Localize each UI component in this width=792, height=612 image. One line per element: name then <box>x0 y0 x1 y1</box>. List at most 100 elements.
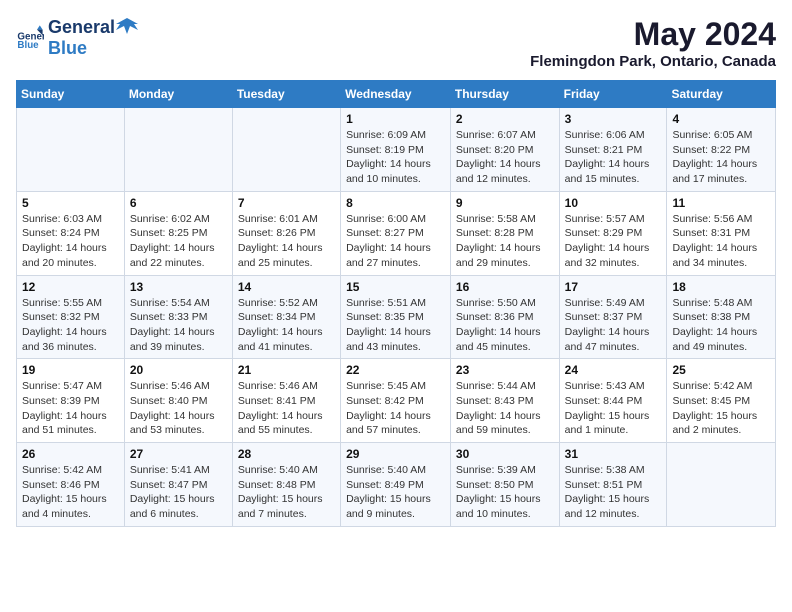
day-number: 30 <box>456 447 554 461</box>
calendar-cell <box>124 108 232 192</box>
weekday-header-monday: Monday <box>124 81 232 108</box>
day-number: 8 <box>346 196 445 210</box>
calendar-cell: 22Sunrise: 5:45 AM Sunset: 8:42 PM Dayli… <box>341 359 451 443</box>
calendar-cell: 31Sunrise: 5:38 AM Sunset: 8:51 PM Dayli… <box>559 443 667 527</box>
calendar-cell: 9Sunrise: 5:58 AM Sunset: 8:28 PM Daylig… <box>450 191 559 275</box>
calendar-cell: 7 Sunrise: 6:01 AM Sunset: 8:26 PM Daylig… <box>232 191 340 275</box>
logo-bird-icon <box>116 16 138 38</box>
day-info: Sunrise: 5:40 AM Sunset: 8:49 PM Dayligh… <box>346 463 445 522</box>
day-info: Sunrise: 5:41 AM Sunset: 8:47 PM Dayligh… <box>130 463 227 522</box>
day-number: 27 <box>130 447 227 461</box>
weekday-header-row: SundayMondayTuesdayWednesdayThursdayFrid… <box>17 81 776 108</box>
calendar-cell <box>17 108 125 192</box>
day-number: 12 <box>22 280 119 294</box>
day-number: 11 <box>672 196 770 210</box>
calendar-cell: 6Sunrise: 6:02 AM Sunset: 8:25 PM Daylig… <box>124 191 232 275</box>
calendar-cell: 15Sunrise: 5:51 AM Sunset: 8:35 PM Dayli… <box>341 275 451 359</box>
weekday-header-thursday: Thursday <box>450 81 559 108</box>
weekday-header-sunday: Sunday <box>17 81 125 108</box>
day-number: 1 <box>346 112 445 126</box>
day-info: Sunrise: 5:38 AM Sunset: 8:51 PM Dayligh… <box>565 463 662 522</box>
calendar-cell: 18 Sunrise: 5:48 AM Sunset: 8:38 PM Dayli… <box>667 275 776 359</box>
day-number: 29 <box>346 447 445 461</box>
day-info: Sunrise: 6:07 AM Sunset: 8:20 PM Dayligh… <box>456 128 554 187</box>
day-number: 16 <box>456 280 554 294</box>
calendar-cell: 2Sunrise: 6:07 AM Sunset: 8:20 PM Daylig… <box>450 108 559 192</box>
calendar-cell: 1 Sunrise: 6:09 AM Sunset: 8:19 PM Daylig… <box>341 108 451 192</box>
calendar-title: May 2024 <box>530 16 776 53</box>
day-number: 9 <box>456 196 554 210</box>
page-header: General Blue General Blue May 2024 Flemi… <box>16 16 776 70</box>
calendar-week-2: 5Sunrise: 6:03 AM Sunset: 8:24 PM Daylig… <box>17 191 776 275</box>
day-info: Sunrise: 5:56 AM Sunset: 8:31 PM Dayligh… <box>672 212 770 271</box>
logo-general-text: General <box>48 17 115 38</box>
calendar-cell: 19 Sunrise: 5:47 AM Sunset: 8:39 PM Dayli… <box>17 359 125 443</box>
day-info: Sunrise: 6:02 AM Sunset: 8:25 PM Dayligh… <box>130 212 227 271</box>
weekday-header-tuesday: Tuesday <box>232 81 340 108</box>
day-number: 4 <box>672 112 770 126</box>
calendar-cell: 16Sunrise: 5:50 AM Sunset: 8:36 PM Dayli… <box>450 275 559 359</box>
calendar-cell: 13Sunrise: 5:54 AM Sunset: 8:33 PM Dayli… <box>124 275 232 359</box>
day-info: Sunrise: 5:52 AM Sunset: 8:34 PM Dayligh… <box>238 296 335 355</box>
calendar-cell: 26Sunrise: 5:42 AM Sunset: 8:46 PM Dayli… <box>17 443 125 527</box>
calendar-cell: 12 Sunrise: 5:55 AM Sunset: 8:32 PM Dayli… <box>17 275 125 359</box>
day-number: 20 <box>130 363 227 377</box>
day-info: Sunrise: 5:40 AM Sunset: 8:48 PM Dayligh… <box>238 463 335 522</box>
day-info: Sunrise: 5:55 AM Sunset: 8:32 PM Dayligh… <box>22 296 119 355</box>
calendar-cell: 29 Sunrise: 5:40 AM Sunset: 8:49 PM Dayli… <box>341 443 451 527</box>
calendar-cell: 21Sunrise: 5:46 AM Sunset: 8:41 PM Dayli… <box>232 359 340 443</box>
day-info: Sunrise: 6:09 AM Sunset: 8:19 PM Dayligh… <box>346 128 445 187</box>
calendar-week-5: 26Sunrise: 5:42 AM Sunset: 8:46 PM Dayli… <box>17 443 776 527</box>
svg-text:Blue: Blue <box>17 39 39 50</box>
calendar-cell: 11 Sunrise: 5:56 AM Sunset: 8:31 PM Dayli… <box>667 191 776 275</box>
calendar-cell: 4 Sunrise: 6:05 AM Sunset: 8:22 PM Daylig… <box>667 108 776 192</box>
day-number: 10 <box>565 196 662 210</box>
day-number: 7 <box>238 196 335 210</box>
calendar-cell: 20 Sunrise: 5:46 AM Sunset: 8:40 PM Dayli… <box>124 359 232 443</box>
calendar-week-1: 1 Sunrise: 6:09 AM Sunset: 8:19 PM Daylig… <box>17 108 776 192</box>
day-number: 28 <box>238 447 335 461</box>
logo-icon: General Blue <box>16 24 44 52</box>
day-info: Sunrise: 5:49 AM Sunset: 8:37 PM Dayligh… <box>565 296 662 355</box>
calendar-cell <box>667 443 776 527</box>
day-info: Sunrise: 5:54 AM Sunset: 8:33 PM Dayligh… <box>130 296 227 355</box>
day-number: 23 <box>456 363 554 377</box>
weekday-header-friday: Friday <box>559 81 667 108</box>
title-block: May 2024 Flemingdon Park, Ontario, Canad… <box>530 16 776 70</box>
calendar-cell: 3Sunrise: 6:06 AM Sunset: 8:21 PM Daylig… <box>559 108 667 192</box>
calendar-cell: 27 Sunrise: 5:41 AM Sunset: 8:47 PM Dayli… <box>124 443 232 527</box>
day-number: 26 <box>22 447 119 461</box>
day-info: Sunrise: 5:44 AM Sunset: 8:43 PM Dayligh… <box>456 379 554 438</box>
day-number: 24 <box>565 363 662 377</box>
day-info: Sunrise: 5:47 AM Sunset: 8:39 PM Dayligh… <box>22 379 119 438</box>
calendar-cell: 8Sunrise: 6:00 AM Sunset: 8:27 PM Daylig… <box>341 191 451 275</box>
day-info: Sunrise: 6:03 AM Sunset: 8:24 PM Dayligh… <box>22 212 119 271</box>
day-info: Sunrise: 5:57 AM Sunset: 8:29 PM Dayligh… <box>565 212 662 271</box>
calendar-subtitle: Flemingdon Park, Ontario, Canada <box>530 53 776 70</box>
calendar-cell: 14Sunrise: 5:52 AM Sunset: 8:34 PM Dayli… <box>232 275 340 359</box>
day-number: 17 <box>565 280 662 294</box>
day-info: Sunrise: 6:06 AM Sunset: 8:21 PM Dayligh… <box>565 128 662 187</box>
day-info: Sunrise: 5:51 AM Sunset: 8:35 PM Dayligh… <box>346 296 445 355</box>
day-info: Sunrise: 5:39 AM Sunset: 8:50 PM Dayligh… <box>456 463 554 522</box>
day-info: Sunrise: 5:42 AM Sunset: 8:45 PM Dayligh… <box>672 379 770 438</box>
day-info: Sunrise: 5:46 AM Sunset: 8:40 PM Dayligh… <box>130 379 227 438</box>
day-info: Sunrise: 6:05 AM Sunset: 8:22 PM Dayligh… <box>672 128 770 187</box>
day-info: Sunrise: 5:43 AM Sunset: 8:44 PM Dayligh… <box>565 379 662 438</box>
day-number: 19 <box>22 363 119 377</box>
day-number: 25 <box>672 363 770 377</box>
day-number: 18 <box>672 280 770 294</box>
day-info: Sunrise: 6:01 AM Sunset: 8:26 PM Dayligh… <box>238 212 335 271</box>
weekday-header-saturday: Saturday <box>667 81 776 108</box>
calendar-cell: 10 Sunrise: 5:57 AM Sunset: 8:29 PM Dayli… <box>559 191 667 275</box>
calendar-cell: 30 Sunrise: 5:39 AM Sunset: 8:50 PM Dayli… <box>450 443 559 527</box>
calendar-cell: 5Sunrise: 6:03 AM Sunset: 8:24 PM Daylig… <box>17 191 125 275</box>
calendar-week-4: 19 Sunrise: 5:47 AM Sunset: 8:39 PM Dayli… <box>17 359 776 443</box>
calendar-cell <box>232 108 340 192</box>
day-info: Sunrise: 5:46 AM Sunset: 8:41 PM Dayligh… <box>238 379 335 438</box>
calendar-cell: 28 Sunrise: 5:40 AM Sunset: 8:48 PM Dayli… <box>232 443 340 527</box>
logo: General Blue General Blue <box>16 16 139 59</box>
calendar-week-3: 12 Sunrise: 5:55 AM Sunset: 8:32 PM Dayli… <box>17 275 776 359</box>
calendar-cell: 17 Sunrise: 5:49 AM Sunset: 8:37 PM Dayli… <box>559 275 667 359</box>
day-info: Sunrise: 5:48 AM Sunset: 8:38 PM Dayligh… <box>672 296 770 355</box>
